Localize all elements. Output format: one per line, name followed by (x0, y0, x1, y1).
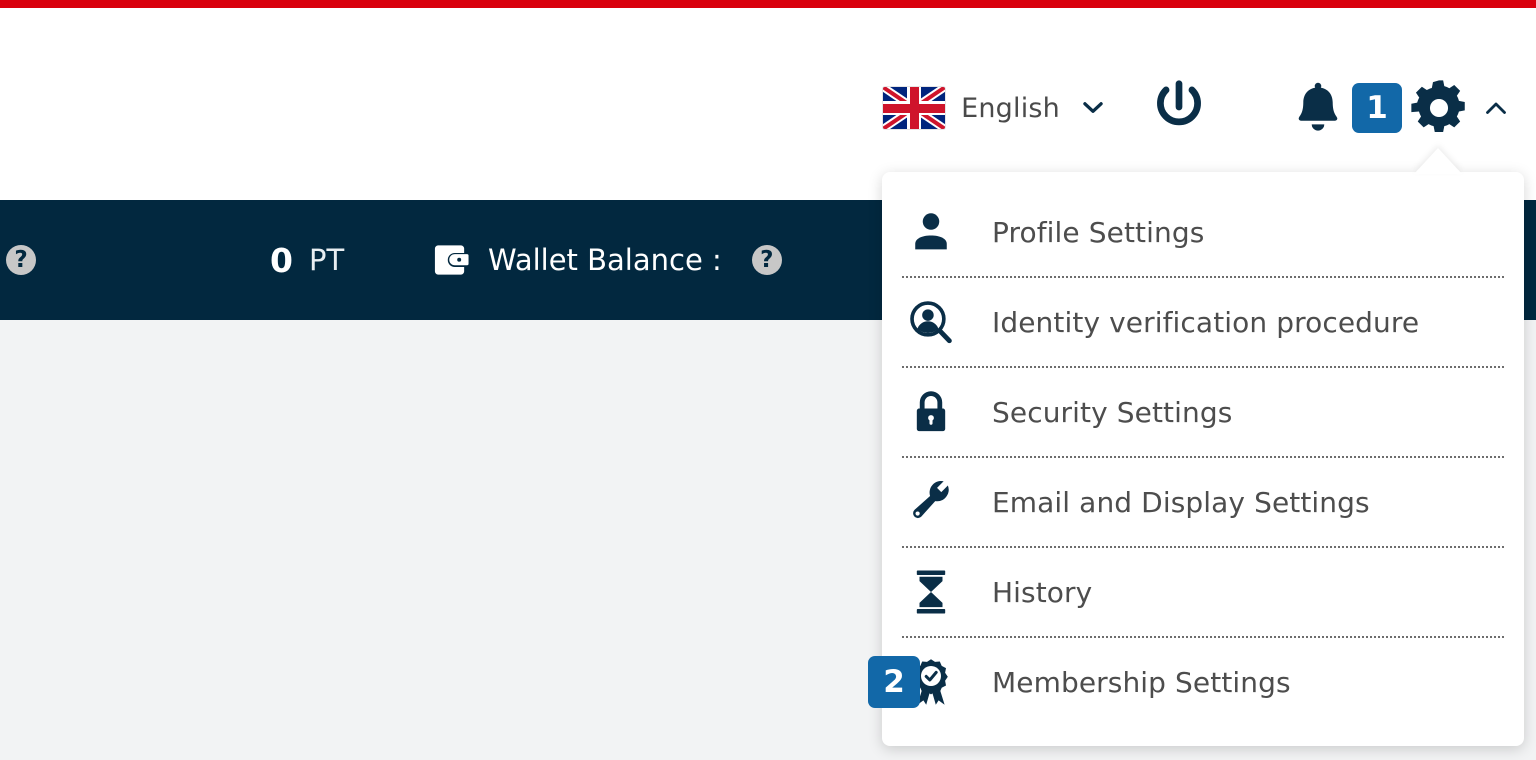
help-icon-right[interactable]: ? (751, 245, 782, 275)
settings-button[interactable] (1408, 77, 1470, 139)
person-icon (902, 210, 960, 254)
uk-flag-icon (883, 87, 946, 129)
notifications-button[interactable] (1290, 80, 1346, 136)
bell-icon (1298, 82, 1338, 131)
language-label: English (961, 92, 1060, 124)
wallet-icon (434, 245, 469, 275)
lock-icon (902, 389, 960, 435)
menu-item-email-display-settings[interactable]: Email and Display Settings (902, 456, 1504, 546)
menu-item-profile-settings[interactable]: Profile Settings (902, 188, 1504, 276)
wallet-group: Wallet Balance : ? (432, 200, 782, 320)
menu-item-identity-verification[interactable]: Identity verification procedure (902, 276, 1504, 366)
settings-menu: Profile Settings Identity verification p… (868, 188, 1504, 726)
chevron-up-icon[interactable] (1484, 96, 1508, 120)
id-verify-icon (902, 299, 960, 345)
menu-item-label: Membership Settings (992, 665, 1291, 699)
wallet-balance-label: Wallet Balance : (488, 243, 722, 277)
help-icon-left[interactable]: ? (6, 245, 36, 275)
menu-item-history[interactable]: History (902, 546, 1504, 636)
power-button[interactable] (1148, 77, 1210, 139)
menu-item-membership-settings[interactable]: 2 Membership Settings (868, 636, 1504, 726)
top-accent-stripe (0, 0, 1536, 8)
menu-item-label: Profile Settings (992, 215, 1205, 249)
menu-item-label: Email and Display Settings (992, 485, 1370, 519)
menu-item-label: History (992, 575, 1093, 609)
points-group: 0 PT (270, 200, 344, 320)
menu-item-security-settings[interactable]: Security Settings (902, 366, 1504, 456)
header-controls: English 1 (883, 70, 1508, 146)
menu-item-label: Security Settings (992, 395, 1233, 429)
power-icon (1157, 80, 1201, 126)
chevron-down-icon (1083, 102, 1103, 113)
points-value: 0 (270, 240, 293, 280)
gear-icon (1411, 80, 1465, 132)
wrench-icon (902, 480, 960, 524)
language-selector[interactable]: English (883, 87, 1104, 129)
membership-badge-count: 2 (868, 656, 920, 708)
dropdown-pointer (1414, 148, 1462, 174)
info-bar-content: ? (6, 200, 36, 320)
settings-badge-count: 1 (1352, 83, 1402, 133)
menu-item-label: Identity verification procedure (992, 305, 1420, 339)
hourglass-icon (902, 569, 960, 615)
points-unit: PT (308, 243, 345, 277)
settings-dropdown-panel: Profile Settings Identity verification p… (868, 172, 1524, 746)
